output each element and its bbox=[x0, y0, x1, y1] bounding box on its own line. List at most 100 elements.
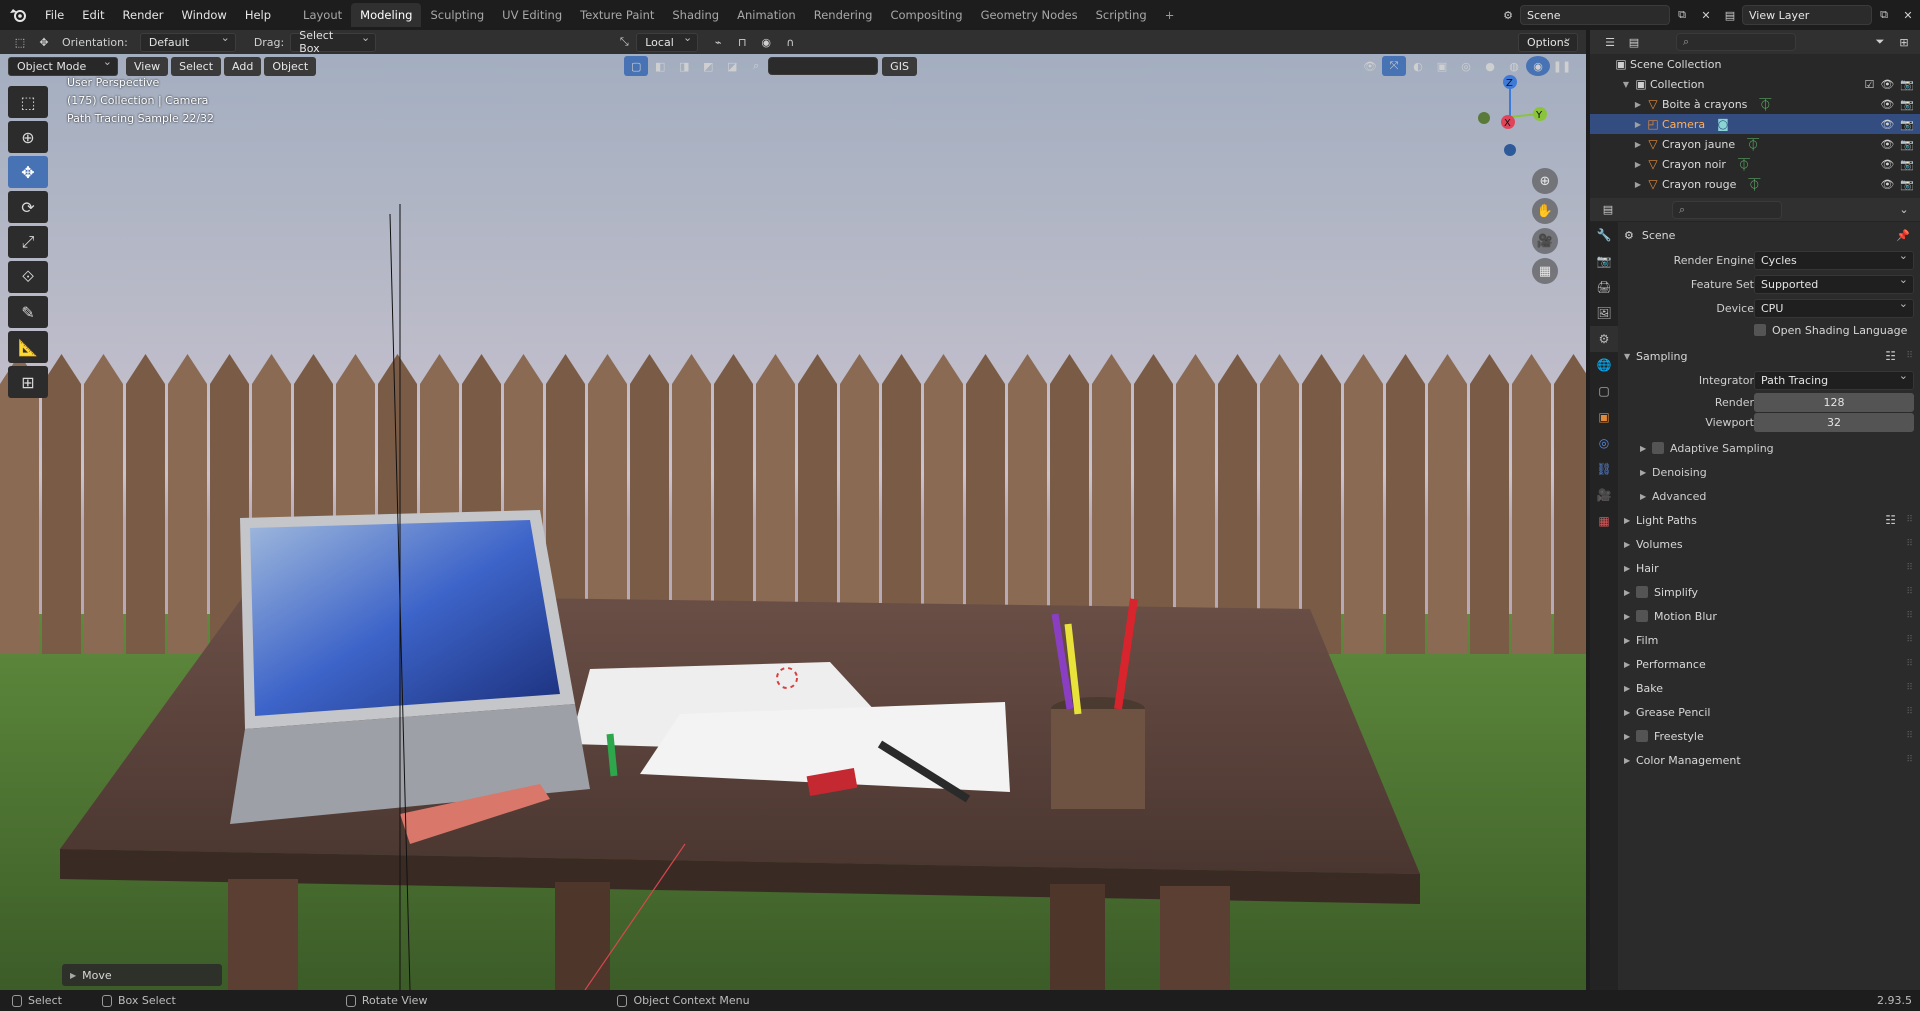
presets-icon[interactable]: ☷ bbox=[1885, 349, 1896, 363]
denoising-subpanel[interactable]: ▶ Denoising bbox=[1618, 460, 1920, 484]
tab-compositing[interactable]: Compositing bbox=[881, 3, 971, 27]
filter-icon[interactable]: ⏷ bbox=[1868, 32, 1892, 52]
camera-render-icon[interactable]: 📷 bbox=[1900, 78, 1914, 91]
motion-blur-checkbox[interactable] bbox=[1636, 610, 1648, 622]
cursor-tool-icon[interactable]: ⊕ bbox=[8, 121, 48, 153]
eye-icon[interactable]: 👁 bbox=[1880, 78, 1894, 91]
new-view-layer-icon[interactable]: ⧉ bbox=[1872, 5, 1896, 25]
search-icon[interactable]: ⌕ bbox=[744, 56, 768, 76]
tab-modeling[interactable]: Modeling bbox=[351, 3, 422, 27]
drag-handle-icon[interactable]: ⠿ bbox=[1906, 351, 1914, 361]
osl-checkbox[interactable] bbox=[1754, 324, 1766, 336]
mesh-data-icon[interactable]: ⏁ bbox=[1748, 176, 1760, 193]
gizmo-toggle-icon[interactable]: ⤧ bbox=[1382, 56, 1406, 76]
integrator-dropdown[interactable]: Path Tracing bbox=[1754, 369, 1914, 390]
bake-panel[interactable]: ▶ Bake ⠿ bbox=[1618, 676, 1920, 700]
menu-window[interactable]: Window bbox=[172, 4, 235, 26]
menu-help[interactable]: Help bbox=[236, 4, 280, 26]
viewport-samples-field[interactable]: 32 bbox=[1754, 412, 1914, 432]
eye-icon[interactable]: 👁 bbox=[1880, 178, 1894, 191]
ortho-toggle-icon[interactable]: ▦ bbox=[1532, 258, 1558, 284]
expand-arrow-icon[interactable]: ▶ bbox=[1632, 180, 1644, 189]
transform-tool-icon[interactable]: ⟐ bbox=[8, 261, 48, 293]
proportional-editing-icon[interactable]: ◉ bbox=[754, 32, 778, 52]
delete-scene-icon[interactable]: ✕ bbox=[1694, 5, 1718, 25]
overlay-toggle-icon[interactable]: ◐ bbox=[1406, 56, 1430, 76]
expand-arrow-icon[interactable]: ▶ bbox=[1632, 160, 1644, 169]
adaptive-sampling-checkbox[interactable] bbox=[1652, 442, 1664, 454]
visibility-icon[interactable]: 👁 bbox=[1358, 56, 1382, 76]
tool-tab-icon[interactable]: 🔧 bbox=[1590, 222, 1618, 248]
drag-handle-icon[interactable]: ⠿ bbox=[1906, 683, 1914, 693]
volumes-panel[interactable]: ▶ Volumes ⠿ bbox=[1618, 532, 1920, 556]
view-menu[interactable]: View bbox=[126, 56, 169, 76]
snap-target-icon[interactable]: ⌁ bbox=[706, 32, 730, 52]
object-menu[interactable]: Object bbox=[264, 56, 317, 76]
properties-search[interactable]: ⌕ bbox=[1672, 200, 1782, 219]
mesh-data-icon[interactable]: ⏁ bbox=[1738, 156, 1750, 173]
menu-render[interactable]: Render bbox=[114, 4, 173, 26]
view-layer-field[interactable]: View Layer bbox=[1742, 5, 1872, 25]
drag-handle-icon[interactable]: ⠿ bbox=[1906, 635, 1914, 645]
tab-uv-editing[interactable]: UV Editing bbox=[493, 3, 571, 27]
axis-gizmo[interactable]: Z Y X bbox=[1460, 72, 1560, 162]
scene-tab-icon[interactable]: ⚙ bbox=[1590, 326, 1618, 352]
orientation-dropdown[interactable]: Default bbox=[139, 31, 236, 52]
collapse-arrow-icon[interactable]: ▼ bbox=[1620, 80, 1632, 89]
camera-render-icon[interactable]: 📷 bbox=[1900, 118, 1914, 131]
drag-handle-icon[interactable]: ⠿ bbox=[1906, 707, 1914, 717]
camera-render-icon[interactable]: 📷 bbox=[1900, 158, 1914, 171]
zoom-icon[interactable]: ⊕ bbox=[1532, 168, 1558, 194]
outliner-search[interactable]: ⌕ bbox=[1676, 33, 1796, 51]
transform-gizmo-icon[interactable]: ✥ bbox=[32, 32, 56, 52]
mesh-data-icon[interactable]: ⏁ bbox=[1747, 136, 1759, 153]
outliner-item[interactable]: ▶ ▽ Crayon noir ⏁ 👁 📷 bbox=[1590, 154, 1920, 174]
hair-panel[interactable]: ▶ Hair ⠿ bbox=[1618, 556, 1920, 580]
view-layer-selector-icon[interactable]: ▤ bbox=[1718, 5, 1742, 25]
light-paths-panel[interactable]: ▶ Light Paths ☷ ⠿ bbox=[1618, 508, 1920, 532]
sampling-panel-header[interactable]: ▼ Sampling ☷ ⠿ bbox=[1618, 344, 1920, 368]
adaptive-sampling-subpanel[interactable]: ▶ Adaptive Sampling bbox=[1618, 436, 1920, 460]
camera-view-icon[interactable]: 🎥 bbox=[1532, 228, 1558, 254]
drag-handle-icon[interactable]: ⠿ bbox=[1906, 539, 1914, 549]
drag-handle-icon[interactable]: ⠿ bbox=[1906, 515, 1914, 525]
outliner-editor-icon[interactable]: ▤ bbox=[1622, 32, 1646, 52]
render-samples-field[interactable]: 128 bbox=[1754, 392, 1914, 412]
outliner-item[interactable]: ▶ ▽ Crayon rouge ⏁ 👁 📷 bbox=[1590, 174, 1920, 194]
new-collection-icon[interactable]: ⊞ bbox=[1892, 32, 1916, 52]
drag-handle-icon[interactable]: ⠿ bbox=[1906, 611, 1914, 621]
device-dropdown[interactable]: CPU bbox=[1754, 297, 1914, 318]
add-cube-tool-icon[interactable]: ⊞ bbox=[8, 366, 48, 398]
view-layer-tab-icon[interactable]: 🖼 bbox=[1590, 300, 1618, 326]
exclude-checkbox-icon[interactable]: ☑ bbox=[1864, 78, 1874, 91]
select-intersect-icon[interactable]: ◪ bbox=[720, 56, 744, 76]
outliner-item[interactable]: ▶ ▽ Boite à crayons ⏁ 👁 📷 bbox=[1590, 94, 1920, 114]
drag-handle-icon[interactable]: ⠿ bbox=[1906, 563, 1914, 573]
annotate-tool-icon[interactable]: ✎ bbox=[8, 296, 48, 328]
eye-icon[interactable]: 👁 bbox=[1880, 158, 1894, 171]
outliner-display-mode-icon[interactable]: ☰ bbox=[1598, 32, 1622, 52]
falloff-icon[interactable]: ∩ bbox=[778, 32, 802, 52]
simplify-panel[interactable]: ▶ Simplify ⠿ bbox=[1618, 580, 1920, 604]
neg-z-axis-handle[interactable] bbox=[1504, 144, 1516, 156]
physics-tab-icon[interactable]: ◎ bbox=[1590, 430, 1618, 456]
transform-orientation-dropdown[interactable]: Local bbox=[636, 31, 699, 52]
add-menu[interactable]: Add bbox=[224, 56, 262, 76]
tab-animation[interactable]: Animation bbox=[728, 3, 805, 27]
color-management-panel[interactable]: ▶ Color Management ⠿ bbox=[1618, 748, 1920, 772]
constraints-tab-icon[interactable]: ⛓ bbox=[1590, 456, 1618, 482]
outliner-item[interactable]: ▶ ▽ Crayon jaune ⏁ 👁 📷 bbox=[1590, 134, 1920, 154]
camera-render-icon[interactable]: 📷 bbox=[1900, 138, 1914, 151]
output-tab-icon[interactable]: 🖨 bbox=[1590, 274, 1618, 300]
world-tab-icon[interactable]: 🌐 bbox=[1590, 352, 1618, 378]
freestyle-panel[interactable]: ▶ Freestyle ⠿ bbox=[1618, 724, 1920, 748]
outliner-item-selected[interactable]: ▶ ◰ Camera ◙ 👁 📷 bbox=[1590, 114, 1920, 134]
outliner-collection[interactable]: ▼ ▣ Collection ☑ 👁 📷 bbox=[1590, 74, 1920, 94]
rotate-tool-icon[interactable]: ⟳ bbox=[8, 191, 48, 223]
camera-render-icon[interactable]: 📷 bbox=[1900, 178, 1914, 191]
blender-logo-icon[interactable] bbox=[6, 3, 30, 27]
render-engine-dropdown[interactable]: Cycles bbox=[1754, 249, 1914, 270]
eye-icon[interactable]: 👁 bbox=[1880, 98, 1894, 111]
delete-view-layer-icon[interactable]: ✕ bbox=[1896, 5, 1920, 25]
performance-panel[interactable]: ▶ Performance ⠿ bbox=[1618, 652, 1920, 676]
